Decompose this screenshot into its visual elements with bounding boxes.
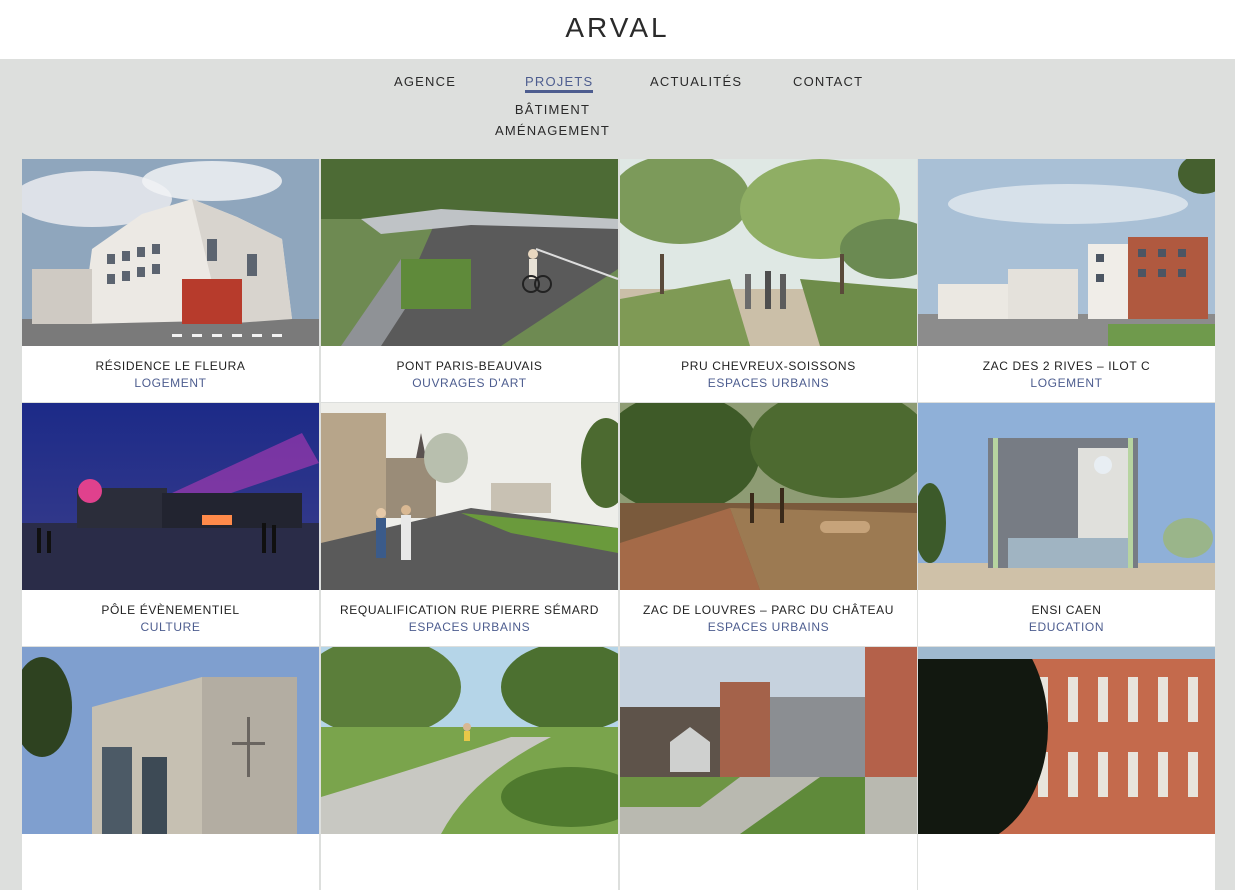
nav-item-actualites[interactable]: ACTUALITÉS [650,74,742,89]
project-title: ZAC DES 2 RIVES – ILOT C [982,359,1151,373]
project-image [321,159,618,346]
project-caption: ZAC DES 2 RIVES – ILOT C LOGEMENT [918,346,1215,402]
project-caption: PÔLE ÉVÈNEMENTIEL CULTURE [22,590,319,646]
project-category[interactable]: ESPACES URBAINS [620,376,917,390]
project-image [22,647,319,834]
project-image [321,647,618,834]
project-category[interactable]: LOGEMENT [918,376,1215,390]
project-category[interactable]: CULTURE [22,620,319,634]
project-category[interactable]: ESPACES URBAINS [321,620,618,634]
project-title: PRU CHEVREUX-SOISSONS [681,359,856,373]
project-card[interactable] [22,647,319,890]
subnav-item-batiment[interactable]: BÂTIMENT [450,102,655,117]
project-image [22,159,319,346]
project-caption: ZAC DE LOUVRES – PARC DU CHÂTEAU ESPACES… [620,590,917,646]
project-title: PÔLE ÉVÈNEMENTIEL [101,603,240,617]
project-card[interactable]: PONT PARIS-BEAUVAIS OUVRAGES D'ART [321,159,618,402]
site-header: ARVAL [0,0,1235,59]
project-image [918,159,1215,346]
project-image [22,403,319,590]
project-image [620,159,917,346]
project-card[interactable]: ZAC DES 2 RIVES – ILOT C LOGEMENT [918,159,1215,402]
project-caption: ENSI CAEN EDUCATION [918,590,1215,646]
project-card[interactable] [918,647,1215,890]
project-image [321,403,618,590]
project-title: ENSI CAEN [1031,603,1102,617]
project-category[interactable]: EDUCATION [918,620,1215,634]
project-category[interactable]: LOGEMENT [22,376,319,390]
project-caption: PONT PARIS-BEAUVAIS OUVRAGES D'ART [321,346,618,402]
nav-item-contact[interactable]: CONTACT [793,74,863,89]
project-card[interactable] [321,647,618,890]
project-image [918,647,1215,834]
project-card[interactable]: PRU CHEVREUX-SOISSONS ESPACES URBAINS [620,159,917,402]
project-card[interactable] [620,647,917,890]
project-card[interactable]: PÔLE ÉVÈNEMENTIEL CULTURE [22,403,319,646]
project-card[interactable]: REQUALIFICATION RUE PIERRE SÉMARD ESPACE… [321,403,618,646]
project-caption: RÉSIDENCE LE FLEURA LOGEMENT [22,346,319,402]
project-title: PONT PARIS-BEAUVAIS [396,359,543,373]
project-title: ZAC DE LOUVRES – PARC DU CHÂTEAU [642,603,895,617]
project-image [620,403,917,590]
project-image [620,647,917,834]
project-category[interactable]: ESPACES URBAINS [620,620,917,634]
project-caption: REQUALIFICATION RUE PIERRE SÉMARD ESPACE… [321,590,618,646]
project-image [918,403,1215,590]
nav-item-projets[interactable]: PROJETS [525,74,594,93]
project-card[interactable]: RÉSIDENCE LE FLEURA LOGEMENT [22,159,319,402]
project-title: RÉSIDENCE LE FLEURA [95,359,246,373]
project-category[interactable]: OUVRAGES D'ART [321,376,618,390]
nav-item-agence[interactable]: AGENCE [394,74,456,89]
project-card[interactable]: ZAC DE LOUVRES – PARC DU CHÂTEAU ESPACES… [620,403,917,646]
project-card[interactable]: ENSI CAEN EDUCATION [918,403,1215,646]
project-title: REQUALIFICATION RUE PIERRE SÉMARD [340,603,599,617]
subnav-item-amenagement[interactable]: AMÉNAGEMENT [450,123,655,138]
site-logo[interactable]: ARVAL [0,12,1235,44]
project-caption: PRU CHEVREUX-SOISSONS ESPACES URBAINS [620,346,917,402]
